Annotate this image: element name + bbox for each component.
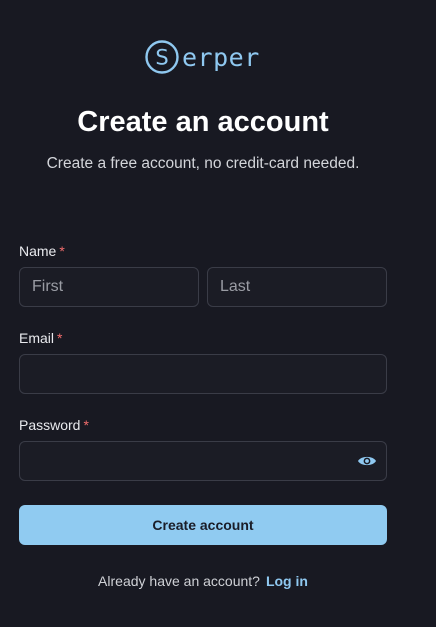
serper-logo-mark-icon: S [145, 40, 179, 74]
show-password-toggle[interactable] [356, 451, 378, 471]
create-account-button[interactable]: Create account [19, 505, 387, 545]
login-prompt-text: Already have an account? [98, 573, 260, 589]
eye-icon [358, 456, 376, 466]
required-marker: * [57, 330, 63, 346]
brand-name: erper [182, 42, 260, 72]
required-marker: * [83, 417, 89, 433]
name-label: Name * [19, 242, 65, 260]
logo-letter: S [155, 46, 168, 70]
required-marker: * [59, 243, 65, 259]
serper-logo: S erper [145, 38, 260, 76]
email-label: Email * [19, 329, 62, 347]
login-prompt: Already have an account? Log in [0, 572, 406, 590]
email-label-text: Email [19, 330, 55, 346]
password-label-text: Password [19, 417, 81, 433]
name-label-text: Name [19, 243, 57, 259]
last-name-input[interactable] [207, 267, 387, 307]
password-label: Password * [19, 416, 89, 434]
login-link[interactable]: Log in [266, 573, 308, 589]
email-input[interactable] [19, 354, 387, 394]
page-subtitle: Create a free account, no credit-card ne… [46, 155, 360, 172]
page-title: Create an account [77, 106, 329, 138]
password-input[interactable] [19, 441, 387, 481]
first-name-input[interactable] [19, 267, 199, 307]
